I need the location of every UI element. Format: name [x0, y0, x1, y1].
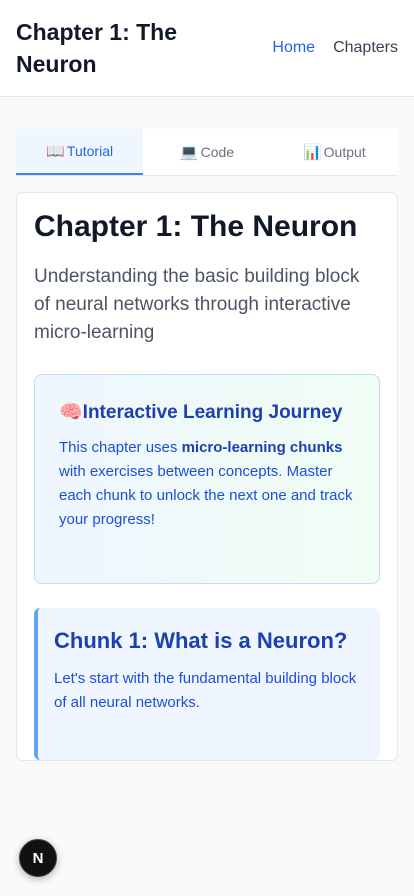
page-title: Chapter 1: The Neuron	[34, 210, 358, 243]
tab-label: Code	[200, 144, 235, 160]
site-title: Chapter 1: The Neuron	[16, 19, 178, 77]
nextjs-badge-button[interactable]: N	[19, 839, 57, 877]
journey-text-bold: micro-learning chunks	[181, 439, 343, 456]
book-icon: 📖	[46, 142, 65, 160]
tab-label: Output	[323, 144, 366, 160]
tab-output[interactable]: 📊 Output	[270, 129, 398, 175]
tab-tutorial[interactable]: 📖 Tutorial	[16, 129, 144, 175]
journey-title-text: Interactive Learning Journey	[82, 402, 343, 423]
top-nav: Home Chapters	[272, 39, 398, 57]
brain-icon: 🧠	[59, 402, 83, 423]
tab-code[interactable]: 💻 Code	[143, 129, 271, 175]
chunk-1-card: Chunk 1: What is a Neuron? Let's start w…	[34, 608, 380, 760]
app-header: Chapter 1: The Neuron Home Chapters	[0, 0, 414, 97]
chunk-title: Chunk 1: What is a Neuron?	[54, 628, 348, 653]
journey-description: This chapter uses micro-learning chunks …	[59, 436, 355, 532]
page-subtitle: Understanding the basic building block o…	[34, 266, 360, 343]
tab-bar: 📖 Tutorial 💻 Code 📊 Output	[16, 129, 398, 176]
learning-journey-callout: 🧠Interactive Learning Journey This chapt…	[34, 374, 380, 584]
chart-icon: 📊	[302, 143, 322, 161]
nav-home-link[interactable]: Home	[272, 39, 315, 57]
tab-label: Tutorial	[66, 143, 114, 159]
tutorial-card: Chapter 1: The Neuron Understanding the …	[16, 192, 398, 761]
journey-text-after: with exercises between concepts. Master …	[59, 463, 353, 528]
chunk-text: Let's start with the fundamental buildin…	[54, 670, 357, 711]
journey-text-before: This chapter uses	[59, 439, 182, 456]
journey-title: 🧠Interactive Learning Journey	[59, 399, 355, 427]
laptop-icon: 💻	[179, 143, 199, 161]
nav-chapters-link[interactable]: Chapters	[333, 39, 398, 57]
